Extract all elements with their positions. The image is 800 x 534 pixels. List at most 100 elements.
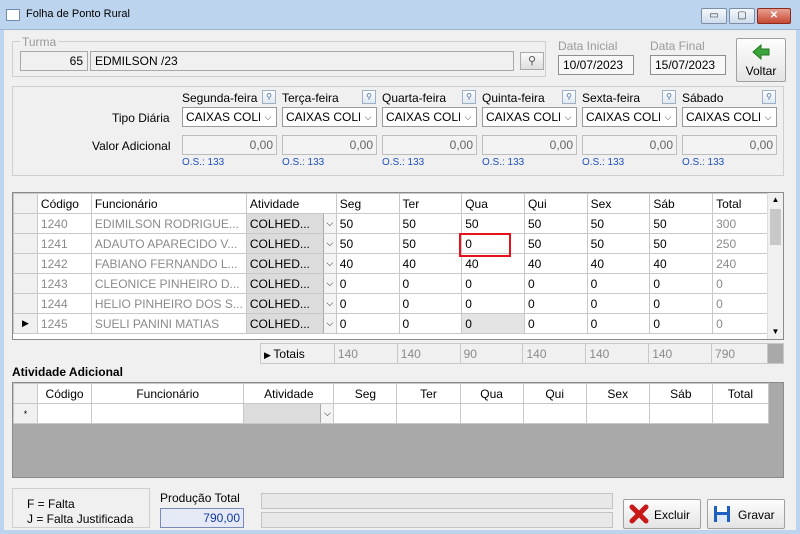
new-cell-sex[interactable] (585, 403, 650, 424)
adicional-col-header-9[interactable]: Total (711, 383, 769, 404)
cell-qua[interactable]: 0 (461, 313, 525, 334)
producao-total-field[interactable]: 790,00 (160, 508, 244, 528)
col-header-6[interactable]: Qui (523, 193, 588, 214)
cell-ter[interactable]: 40 (398, 253, 463, 274)
scroll-down-icon[interactable]: ▼ (768, 325, 783, 339)
cell-atividade[interactable]: COLHED... ⌵ (245, 273, 337, 294)
cell-sab[interactable]: 50 (649, 233, 714, 254)
table-row[interactable]: 1242 FABIANO FERNANDO L... COLHED... ⌵ 40 4… (13, 253, 769, 274)
cell-sab[interactable]: 0 (649, 313, 714, 334)
search-turma-icon[interactable]: ⚲ (520, 52, 544, 70)
day-search-icon-3[interactable]: ⚲ (562, 90, 576, 104)
cell-codigo[interactable]: 1241 (36, 233, 92, 254)
chevron-down-icon[interactable]: ⌵ (322, 314, 336, 333)
cell-atividade[interactable]: COLHED... ⌵ (245, 213, 337, 234)
start-date-field[interactable]: 10/07/2023 (558, 55, 634, 75)
cell-qua[interactable]: 0 (461, 273, 525, 294)
col-header-7[interactable]: Sex (586, 193, 651, 214)
cell-ter[interactable]: 50 (398, 213, 463, 234)
maximize-button[interactable]: ▢ (729, 8, 755, 24)
day-search-icon-0[interactable]: ⚲ (262, 90, 276, 104)
table-row[interactable]: 1244 HELIO PINHEIRO DOS S... COLHED... ⌵ 0… (13, 293, 769, 314)
vertical-scrollbar[interactable]: ▲ ▼ (767, 193, 783, 339)
cell-seg[interactable]: 50 (335, 233, 400, 254)
chevron-down-icon[interactable]: ⌵ (320, 404, 333, 423)
cell-funcionario[interactable]: HELIO PINHEIRO DOS S... (90, 293, 247, 314)
cell-atividade[interactable]: COLHED... ⌵ (245, 233, 337, 254)
cell-qua[interactable]: 50 (461, 213, 525, 234)
cell-seg[interactable]: 40 (335, 253, 400, 274)
adicional-col-header-8[interactable]: Sáb (648, 383, 713, 404)
new-row[interactable]: * ⌵ (13, 403, 783, 424)
excluir-button[interactable]: Excluir (623, 499, 701, 529)
col-header-2[interactable]: Atividade (245, 193, 337, 214)
col-header-4[interactable]: Ter (398, 193, 463, 214)
os-link-4[interactable]: O.S.: 133 (582, 157, 624, 168)
cell-sab[interactable]: 50 (649, 213, 714, 234)
cell-codigo[interactable]: 1245 (36, 313, 92, 334)
cell-qua[interactable]: 0 (461, 293, 525, 314)
voltar-button[interactable]: Voltar (736, 38, 786, 82)
os-link-1[interactable]: O.S.: 133 (282, 157, 324, 168)
tipo-diaria-select-3[interactable]: CAIXAS COLH ⌵ (482, 107, 577, 127)
new-cell-atividade[interactable]: ⌵ (243, 403, 335, 424)
cell-qui[interactable]: 0 (523, 313, 588, 334)
adicional-col-header-0[interactable]: Código (37, 383, 93, 404)
os-link-0[interactable]: O.S.: 133 (182, 157, 224, 168)
new-cell-ter[interactable] (396, 403, 461, 424)
chevron-down-icon[interactable]: ⌵ (322, 274, 336, 293)
cell-sex[interactable]: 40 (586, 253, 651, 274)
col-header-9[interactable]: Total (712, 193, 769, 214)
valor-adicional-field-4[interactable]: 0,00 (582, 135, 677, 155)
adicional-col-header-5[interactable]: Qua (459, 383, 524, 404)
cell-ter[interactable]: 0 (398, 293, 463, 314)
cell-funcionario[interactable]: CLEONICE PINHEIRO D... (90, 273, 247, 294)
scroll-up-icon[interactable]: ▲ (768, 193, 783, 207)
valor-adicional-field-5[interactable]: 0,00 (682, 135, 777, 155)
tipo-diaria-select-0[interactable]: CAIXAS COLH ⌵ (182, 107, 277, 127)
new-cell-sab[interactable] (648, 403, 713, 424)
day-search-icon-4[interactable]: ⚲ (662, 90, 676, 104)
table-row[interactable]: 1243 CLEONICE PINHEIRO D... COLHED... ⌵ 0 0… (13, 273, 769, 294)
cell-qui[interactable]: 50 (523, 213, 588, 234)
cell-codigo[interactable]: 1244 (36, 293, 92, 314)
cell-sex[interactable]: 0 (586, 313, 651, 334)
cell-ter[interactable]: 0 (398, 313, 463, 334)
adicional-col-header-7[interactable]: Sex (585, 383, 650, 404)
col-header-0[interactable]: Código (36, 193, 92, 214)
cell-seg[interactable]: 0 (335, 293, 400, 314)
cell-funcionario[interactable]: FABIANO FERNANDO L... (90, 253, 247, 274)
minimize-button[interactable]: ▭ (701, 8, 727, 24)
tipo-diaria-select-1[interactable]: CAIXAS COLH ⌵ (282, 107, 377, 127)
cell-seg[interactable]: 0 (335, 273, 400, 294)
valor-adicional-field-2[interactable]: 0,00 (382, 135, 477, 155)
cell-seg[interactable]: 0 (335, 313, 400, 334)
cell-atividade[interactable]: COLHED... ⌵ (245, 253, 337, 274)
new-cell-qua[interactable] (459, 403, 524, 424)
tipo-diaria-select-4[interactable]: CAIXAS COLH ⌵ (582, 107, 677, 127)
cell-sex[interactable]: 50 (586, 233, 651, 254)
adicional-col-header-4[interactable]: Ter (396, 383, 461, 404)
scroll-thumb[interactable] (770, 209, 781, 245)
cell-seg[interactable]: 50 (335, 213, 400, 234)
tipo-diaria-select-5[interactable]: CAIXAS COLH ⌵ (682, 107, 777, 127)
tipo-diaria-select-2[interactable]: CAIXAS COLH ⌵ (382, 107, 477, 127)
table-row[interactable]: 1241 ADAUTO APARECIDO V... COLHED... ⌵ 50 5… (13, 233, 769, 254)
cell-codigo[interactable]: 1240 (36, 213, 92, 234)
cell-ter[interactable]: 50 (398, 233, 463, 254)
col-header-1[interactable]: Funcionário (90, 193, 247, 214)
cell-ter[interactable]: 0 (398, 273, 463, 294)
cell-sex[interactable]: 0 (586, 273, 651, 294)
col-header-5[interactable]: Qua (461, 193, 525, 214)
cell-qui[interactable]: 50 (523, 233, 588, 254)
cell-sex[interactable]: 50 (586, 213, 651, 234)
table-row[interactable]: ▶ 1245 SUELI PANINI MATIAS COLHED... ⌵ 0 0 0… (13, 313, 769, 334)
os-link-5[interactable]: O.S.: 133 (682, 157, 724, 168)
adicional-col-header-6[interactable]: Qui (522, 383, 587, 404)
col-header-8[interactable]: Sáb (649, 193, 714, 214)
cell-sab[interactable]: 0 (649, 293, 714, 314)
new-cell-codigo[interactable] (37, 403, 93, 424)
new-cell-qui[interactable] (522, 403, 587, 424)
cell-qui[interactable]: 0 (523, 293, 588, 314)
turma-code-field[interactable]: 65 (20, 51, 88, 71)
